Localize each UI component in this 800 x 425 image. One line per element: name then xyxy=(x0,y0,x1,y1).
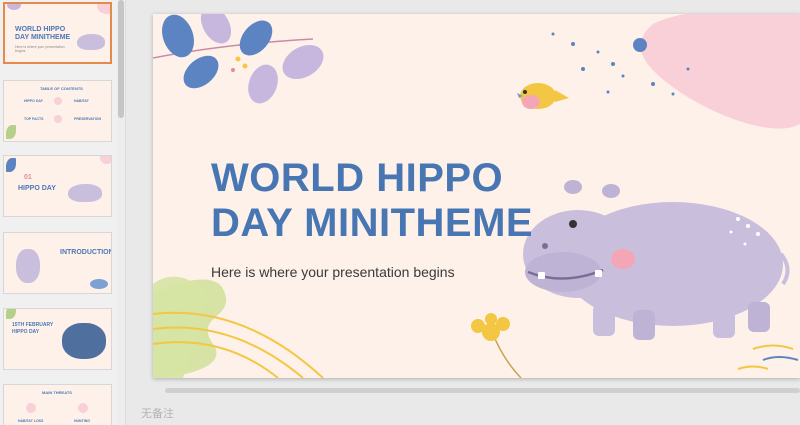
speckle xyxy=(633,38,647,52)
slide-title[interactable]: WORLD HIPPO DAY MINITHEME xyxy=(211,156,551,246)
thumb-toc-item: HIPPO DAY xyxy=(24,99,43,103)
lilac-leaf xyxy=(248,64,278,104)
slide-thumbnail-6[interactable]: MAIN THREATS HABITAT LOSS HUNTING xyxy=(3,384,112,425)
thumb-toc-title: TABLE OF CONTENTS xyxy=(40,86,83,91)
thumb-pink-blob xyxy=(97,4,110,14)
slide-thumbnail-panel: WORLD HIPPO DAY MINITHEME Here is where … xyxy=(0,0,126,425)
speaker-notes-placeholder[interactable]: 无备注 xyxy=(141,405,174,421)
thumb-title-line1: WORLD HIPPO xyxy=(15,26,66,33)
thumb-threats-title: MAIN THREATS xyxy=(42,390,72,395)
flower-stem xyxy=(492,333,522,378)
thumb-subtitle: Here is where your presentation begins xyxy=(15,45,65,53)
slide-thumbnail-5[interactable]: 15TH FEBRUARY HIPPO DAY xyxy=(3,308,112,370)
slide-thumbnail-4[interactable]: INTRODUCTION xyxy=(3,232,112,294)
slide-canvas[interactable]: WORLD HIPPO DAY MINITHEME Here is where … xyxy=(153,14,800,378)
bird-eye xyxy=(523,90,527,94)
slide-thumbnail-2[interactable]: TABLE OF CONTENTS HIPPO DAY HABITAT TOP … xyxy=(3,80,112,142)
bird-belly xyxy=(522,95,540,109)
slide-thumbnail-1[interactable]: WORLD HIPPO DAY MINITHEME Here is where … xyxy=(3,2,112,64)
thumbnail-scrollbar-thumb[interactable] xyxy=(118,0,124,118)
thumb-date-title-line2: HIPPO DAY xyxy=(12,329,40,335)
thumb-icon xyxy=(78,403,88,413)
thumb-leaf-decor xyxy=(6,125,16,139)
thumb-toc-item: PRESERVATION xyxy=(74,117,102,121)
thumb-title-line2: DAY MINITHEME xyxy=(15,34,71,41)
thumb-icon xyxy=(54,115,62,123)
lilac-leaf xyxy=(200,14,232,44)
slide-thumbnail-3[interactable]: 01 HIPPO DAY xyxy=(3,155,112,217)
thumb-photo xyxy=(62,323,106,359)
thumb-section-title: HIPPO DAY xyxy=(18,185,56,192)
thumb-toc-item: HABITAT xyxy=(74,99,89,103)
thumb-leaf-decor xyxy=(6,309,16,319)
blue-leaf xyxy=(239,20,273,56)
thumb-threat-item: HABITAT LOSS xyxy=(18,419,44,423)
thumb-icon xyxy=(26,403,36,413)
thumb-section-number: 01 xyxy=(24,174,32,181)
thumb-hippo-image xyxy=(68,184,102,202)
thumb-blob-decor xyxy=(90,279,108,289)
berry xyxy=(242,63,248,69)
berry xyxy=(231,68,235,72)
thumb-toc-item: TOP FACTS xyxy=(24,117,44,121)
thumb-hippo-image xyxy=(16,249,40,283)
thumb-leaf-decor xyxy=(6,158,16,172)
thumb-leaf-decor xyxy=(7,4,21,10)
lilac-leaf xyxy=(282,44,324,80)
thumb-hippo-image xyxy=(77,34,105,50)
slide-title-line2: DAY MINITHEME xyxy=(211,201,534,245)
thumb-icon xyxy=(54,97,62,105)
thumb-threat-item: HUNTING xyxy=(74,419,90,423)
bird-tail xyxy=(555,90,569,102)
hippo-illustration xyxy=(523,180,790,340)
pink-blob xyxy=(640,14,800,129)
slide-horizontal-scrollbar[interactable] xyxy=(165,388,800,393)
blue-leaf xyxy=(162,14,194,58)
slide-subtitle[interactable]: Here is where your presentation begins xyxy=(211,264,455,280)
thumbnail-scrollbar[interactable] xyxy=(117,0,125,425)
berry xyxy=(235,56,241,62)
slide-title-line1: WORLD HIPPO xyxy=(211,156,504,200)
thumb-pink-blob xyxy=(100,156,111,164)
thumb-intro-title: INTRODUCTION xyxy=(60,249,112,256)
